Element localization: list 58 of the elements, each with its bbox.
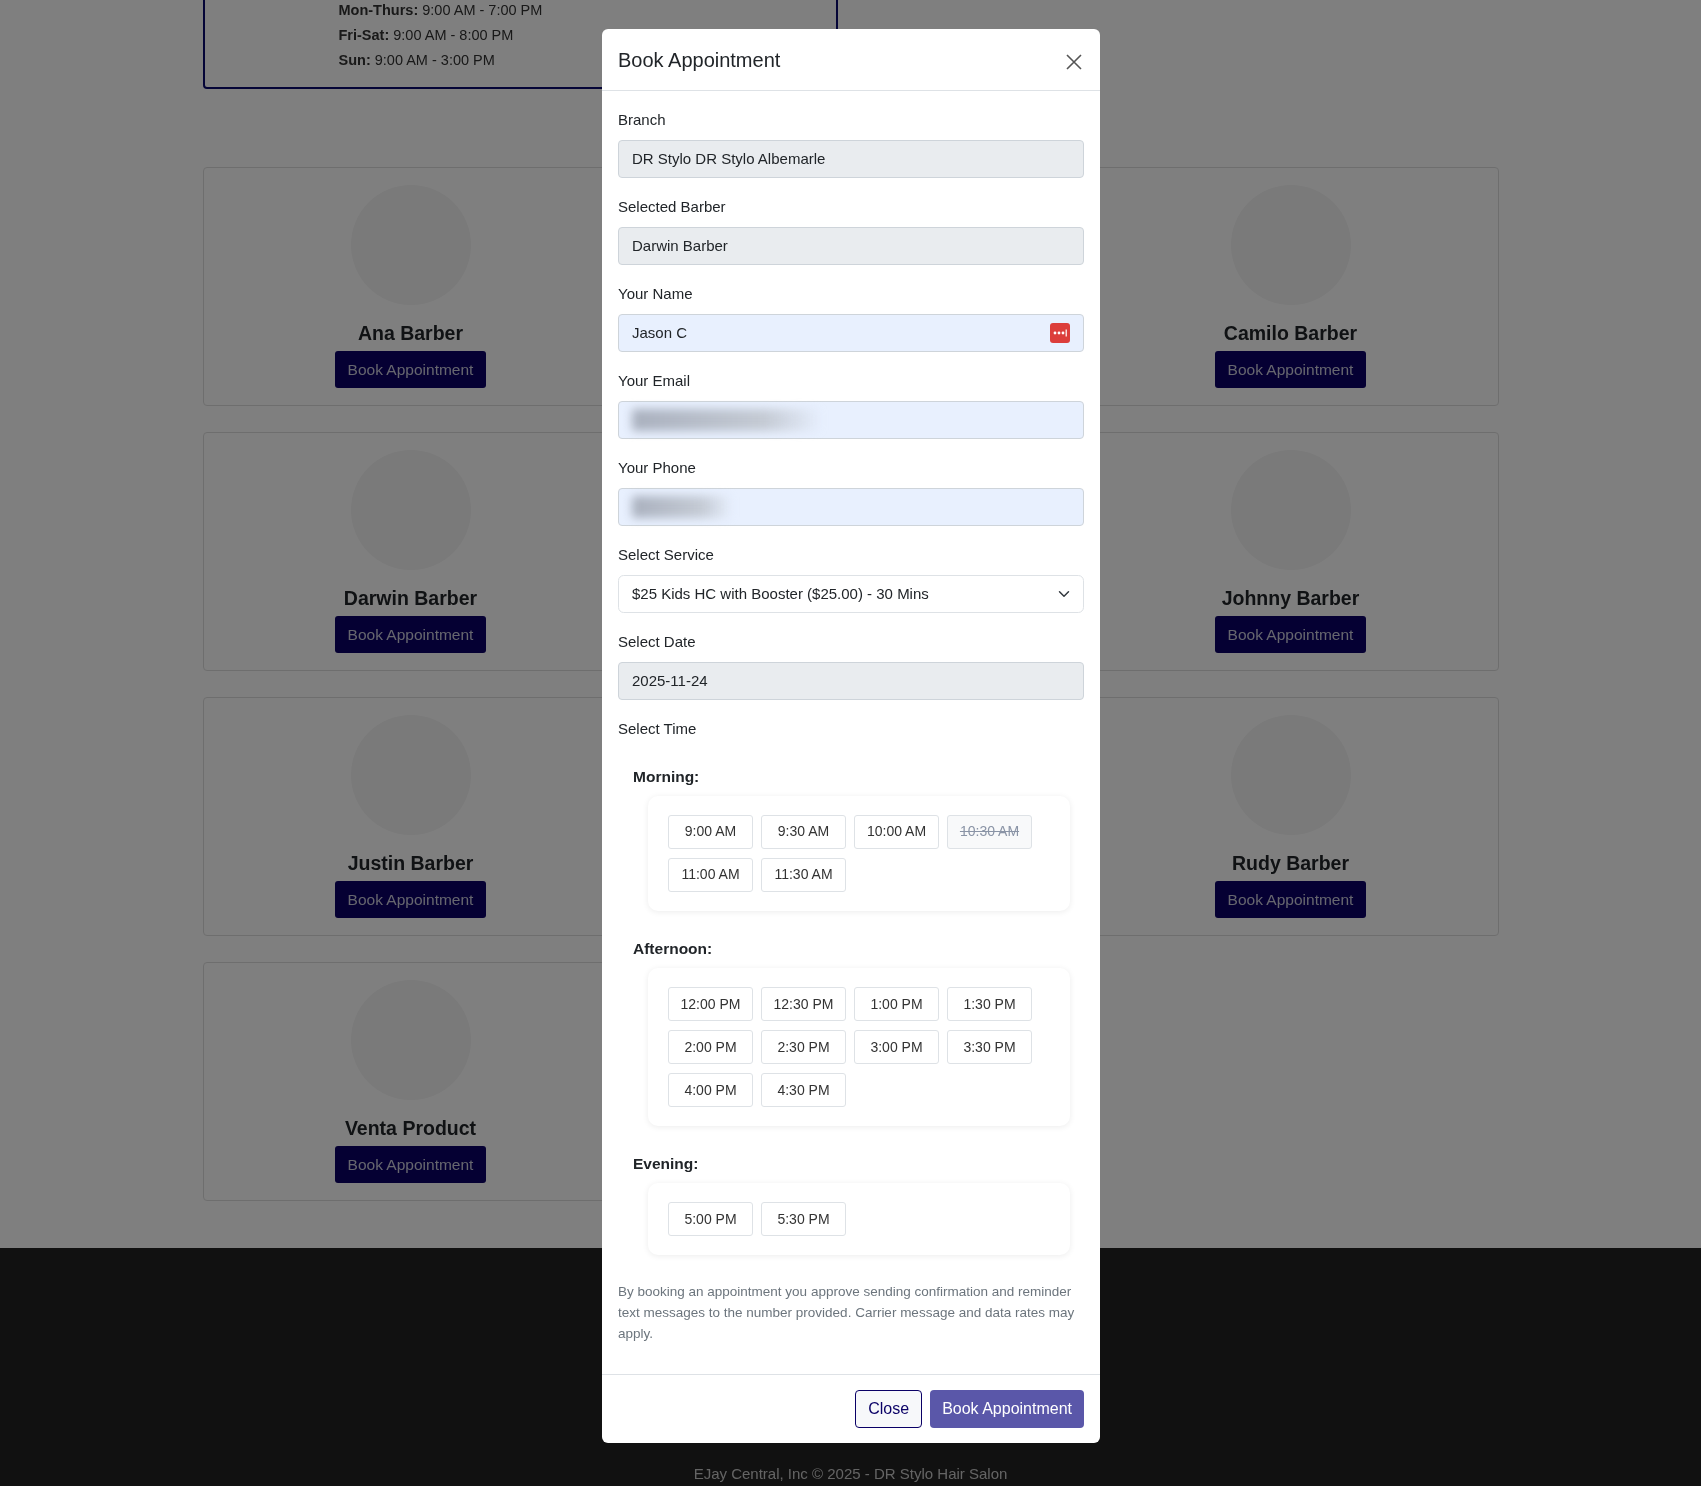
input-field[interactable]: Jason C bbox=[618, 314, 1084, 352]
barber-name: Venta Product bbox=[344, 1116, 477, 1141]
dialog-title: Book Appointment bbox=[618, 47, 781, 72]
input-field[interactable] bbox=[618, 488, 1084, 526]
time-slot[interactable]: 2:30 PM bbox=[761, 1030, 846, 1064]
input-field[interactable] bbox=[618, 401, 1084, 439]
field-label: Your Email bbox=[618, 371, 691, 391]
service-select[interactable]: $25 Kids HC with Booster ($25.00) - 30 Mins bbox=[618, 575, 1084, 613]
time-slot[interactable]: 1:30 PM bbox=[947, 987, 1032, 1021]
close-button[interactable]: Close bbox=[855, 1390, 923, 1429]
book-button[interactable]: Book Appointment bbox=[1214, 351, 1367, 389]
period-label: Morning: bbox=[632, 766, 701, 787]
time-slot[interactable]: 1:00 PM bbox=[854, 987, 939, 1021]
barber-name: Justin Barber bbox=[347, 851, 474, 876]
barber-name: Johnny Barber bbox=[1221, 586, 1360, 611]
time-slot[interactable]: 11:30 AM bbox=[761, 857, 846, 892]
time-slot[interactable]: 4:30 PM bbox=[761, 1073, 846, 1107]
field-label: Branch bbox=[618, 110, 667, 130]
period-label: Afternoon: bbox=[632, 938, 714, 959]
book-button[interactable]: Book Appointment bbox=[930, 1390, 1084, 1429]
time-slot[interactable]: 4:00 PM bbox=[668, 1073, 753, 1107]
input-field[interactable]: DR Stylo DR Stylo Albemarle bbox=[618, 140, 1084, 178]
footer-text: EJay Central, Inc © 2025 - DR Stylo Hair Salon bbox=[693, 1465, 1008, 1483]
book-button[interactable]: Book Appointment bbox=[334, 881, 487, 919]
book-button[interactable]: Book Appointment bbox=[334, 351, 487, 389]
hours-line: Fri-Sat: 9:00 AM - 8:00 PM bbox=[338, 26, 514, 45]
hours-line: Mon-Thurs: 9:00 AM - 7:00 PM bbox=[338, 1, 543, 20]
time-slot[interactable]: 3:30 PM bbox=[947, 1030, 1032, 1064]
field-label: Your Name bbox=[618, 284, 694, 304]
input-field[interactable]: 2025-11-24 bbox=[618, 662, 1084, 700]
period-label: Evening: bbox=[632, 1154, 700, 1174]
barber-name: Ana Barber bbox=[357, 321, 464, 346]
time-slot[interactable]: 3:00 PM bbox=[854, 1030, 939, 1064]
field-label: Select Time bbox=[618, 719, 698, 739]
book-button[interactable]: Book Appointment bbox=[334, 616, 487, 654]
book-button[interactable]: Book Appointment bbox=[1214, 616, 1367, 654]
time-slot[interactable]: 12:30 PM bbox=[761, 987, 846, 1021]
barber-name: Camilo Barber bbox=[1223, 321, 1358, 346]
time-slot[interactable]: 9:30 AM bbox=[761, 814, 846, 849]
time-slot[interactable]: 5:30 PM bbox=[761, 1202, 846, 1237]
barber-name: Darwin Barber bbox=[343, 586, 478, 611]
hours-line: Sun: 9:00 AM - 3:00 PM bbox=[338, 51, 495, 70]
input-field[interactable]: Darwin Barber bbox=[618, 227, 1084, 265]
notice-text: By booking an appointment you approve sending confirmation and reminder text messages to the number provided. Carrier message and data rates may apply. bbox=[618, 1283, 1076, 1344]
time-slot[interactable]: 2:00 PM bbox=[668, 1030, 753, 1064]
field-label: Your Phone bbox=[618, 458, 697, 478]
book-button[interactable]: Book Appointment bbox=[1214, 881, 1367, 919]
book-button[interactable]: Book Appointment bbox=[334, 1146, 487, 1184]
time-slot[interactable]: 12:00 PM bbox=[668, 987, 753, 1021]
time-slot[interactable]: 9:00 AM bbox=[668, 814, 753, 849]
field-label: Selected Barber bbox=[618, 197, 727, 217]
time-slot[interactable]: 5:00 PM bbox=[668, 1202, 753, 1237]
time-slot[interactable]: 11:00 AM bbox=[668, 857, 753, 892]
dots-icon[interactable] bbox=[1050, 323, 1070, 343]
time-slot[interactable]: 10:00 AM bbox=[854, 814, 939, 849]
barber-name: Rudy Barber bbox=[1232, 851, 1349, 876]
field-label: Select Date bbox=[618, 632, 697, 652]
field-label: Select Service bbox=[618, 545, 715, 565]
